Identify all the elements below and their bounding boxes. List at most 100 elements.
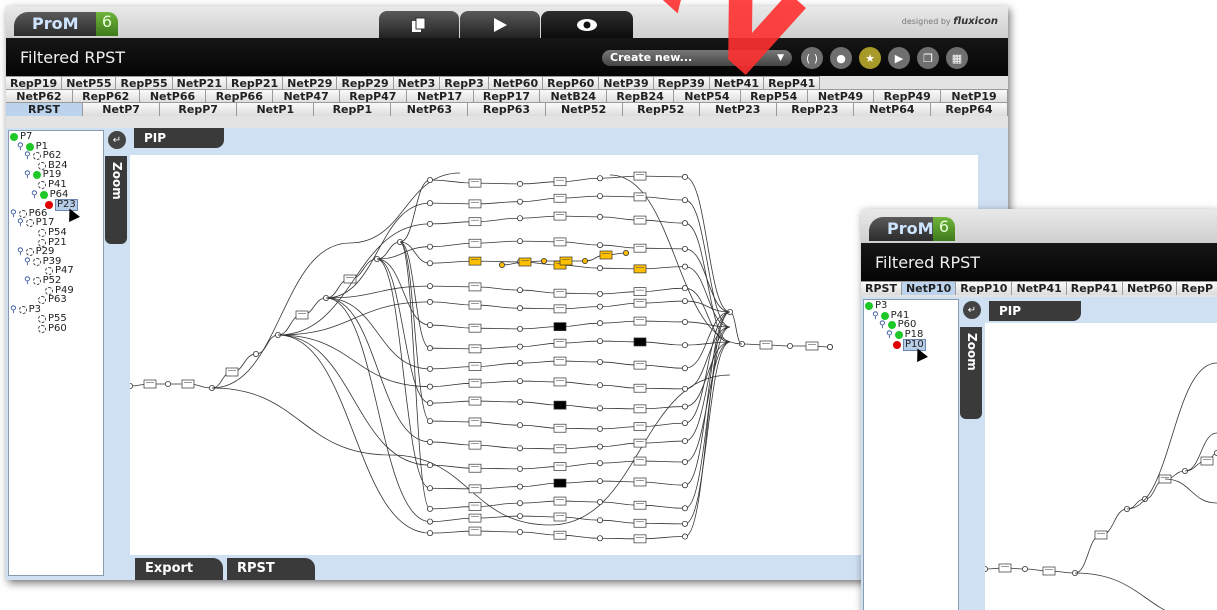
tab-netp39[interactable]: NetP39 [598,76,654,90]
rpst-tab[interactable]: RPST [227,558,315,580]
tab-netp19[interactable]: NetP19 [940,89,1008,103]
expand-toggle-icon[interactable]: ⚲ [17,142,24,152]
tree-node[interactable]: P63 [38,295,67,305]
create-new-dropdown[interactable]: Create new... ▼ [602,50,792,66]
tree-node[interactable]: P3 [865,301,887,311]
expand-toggle-icon[interactable]: ⚲ [24,257,31,267]
tree-node[interactable]: P7 [10,132,32,142]
tab-repp63[interactable]: RepP63 [467,102,546,116]
expand-toggle-icon[interactable]: ⚲ [17,247,24,257]
tab-netp55[interactable]: NetP55 [61,76,117,90]
tree-node[interactable]: P60 [38,324,67,334]
zoom-toggle[interactable]: Zoom [105,156,127,244]
graph-arc [1126,362,1217,510]
expand-toggle-icon[interactable]: ⚲ [10,209,17,219]
expand-toggle-icon[interactable]: ⚲ [879,320,886,330]
inset-zoom-toggle[interactable]: Zoom [960,327,982,419]
visualize-view-button[interactable] [541,11,633,38]
tab-repb24[interactable]: RepB24 [606,89,674,103]
tab-netp52[interactable]: NetP52 [544,102,623,116]
tab-netp3[interactable]: NetP3 [392,76,441,90]
actions-view-button[interactable] [460,11,540,38]
tab-netp41[interactable]: NetP41 [708,76,765,90]
tab-repp1[interactable]: RepP1 [313,102,392,116]
expand-toggle-icon[interactable]: ⚲ [24,276,31,286]
rpst-tree[interactable]: P7 ⚲ P1 ⚲ P62 B24 ⚲ P19 P41 ⚲ P64 P23 ⚲ P66 ⚲ P17 P54 P21… [8,130,104,576]
process-graph-canvas[interactable] [127,155,978,555]
tab-netp63[interactable]: NetP63 [390,102,469,116]
inset-rpst-tree[interactable]: P3 ⚲ P41 ⚲ P60 ⚲ P18 P10 [863,299,959,610]
tab-netp62[interactable]: NetP62 [6,89,73,103]
tab-netp66[interactable]: NetP66 [138,89,207,103]
drop-button[interactable]: ● [830,47,852,69]
tab-repp60[interactable]: RepP60 [542,76,600,90]
tab-rpst[interactable]: RPST [6,102,84,116]
tab-repp3[interactable]: RepP3 [439,76,489,90]
place-node [596,535,603,542]
inset-back-button[interactable]: ↵ [963,301,981,319]
tree-node[interactable]: ⚲ P3 [10,304,41,315]
tab-repp54[interactable]: RepP54 [739,89,808,103]
transition-node [468,513,482,523]
graph-arc [639,481,686,486]
graph-arc [474,201,521,205]
pages-button[interactable]: ❐ [917,47,939,69]
tab-repp41[interactable]: RepP41 [1065,281,1123,295]
tab-repp21[interactable]: RepP21 [225,76,284,90]
expand-toggle-icon[interactable]: ⚲ [10,305,17,315]
tab-repp19[interactable]: RepP19 [6,76,63,90]
tab-netp47[interactable]: NetP47 [272,89,340,103]
tab-repp64[interactable]: RepP64 [929,102,1008,116]
tab-repp29[interactable]: RepP29 [336,76,394,90]
play-icon [494,17,507,32]
expand-toggle-icon[interactable]: ⚲ [17,218,24,228]
tab-repp39[interactable]: RepP39 [652,76,710,90]
inset-pip-tab[interactable]: PIP [989,301,1081,321]
tab-netp10[interactable]: NetP10 [900,281,957,295]
tab-repp49[interactable]: RepP49 [873,89,942,103]
tab-netp17[interactable]: NetP17 [405,89,474,103]
tab-repp17[interactable]: RepP17 [472,89,541,103]
tab-repp52[interactable]: RepP52 [621,102,700,116]
expand-toggle-icon[interactable]: ⚲ [24,170,31,180]
inset-graph-canvas[interactable] [982,323,1217,610]
expand-toggle-icon[interactable]: ⚲ [24,151,31,161]
expand-toggle-icon[interactable]: ⚲ [872,311,879,321]
tab-netp64[interactable]: NetP64 [852,102,931,116]
inset-window: ProM 6 Filtered RPST RPST NetP10 RepP10 Net… [861,209,1217,610]
tab-netp29[interactable]: NetP29 [282,76,338,90]
workspace-view-button[interactable] [379,11,459,38]
place-node [596,320,603,327]
tab-netp60[interactable]: NetP60 [487,76,544,90]
tab-netp54[interactable]: NetP54 [672,89,741,103]
tab-netp49[interactable]: NetP49 [806,89,875,103]
expand-toggle-icon[interactable]: ⚲ [886,330,893,340]
tab-repp7[interactable]: RepP7 [159,102,238,116]
tab-netp23[interactable]: NetP23 [698,102,777,116]
tab-netp21[interactable]: NetP21 [171,76,227,90]
tree-node[interactable]: ⚲ P18 [886,329,923,340]
expand-toggle-icon[interactable]: ⚲ [31,190,38,200]
export-tab[interactable]: Export [135,558,223,580]
tab-repp10[interactable]: RepP10 [955,281,1013,295]
tab-repp23[interactable]: RepP23 [775,102,854,116]
tab-repp55[interactable]: RepP55 [115,76,173,90]
tab-repp41[interactable]: RepP41 [763,76,821,90]
tree-node[interactable]: ⚲ P64 [31,189,68,200]
tab-netp60[interactable]: NetP60 [1121,281,1178,295]
tab-repp47[interactable]: RepP47 [338,89,407,103]
tab-netp7[interactable]: NetP7 [82,102,161,116]
run-button[interactable]: ▶ [888,47,910,69]
tab-netp41[interactable]: NetP41 [1011,281,1067,295]
pip-tab[interactable]: PIP [134,128,224,148]
tab-netb24[interactable]: NetB24 [539,89,608,103]
tab-repp[interactable]: RepP [1176,281,1217,295]
back-button[interactable]: ↵ [108,131,126,149]
favorite-button[interactable]: ★ [859,47,881,69]
tab-repp62[interactable]: RepP62 [71,89,140,103]
tab-netp1[interactable]: NetP1 [236,102,315,116]
tab-rpst[interactable]: RPST [861,281,902,295]
grid-button[interactable]: ▦ [946,47,968,69]
reset-button[interactable]: ( ) [801,47,823,69]
tab-repp66[interactable]: RepP66 [205,89,274,103]
